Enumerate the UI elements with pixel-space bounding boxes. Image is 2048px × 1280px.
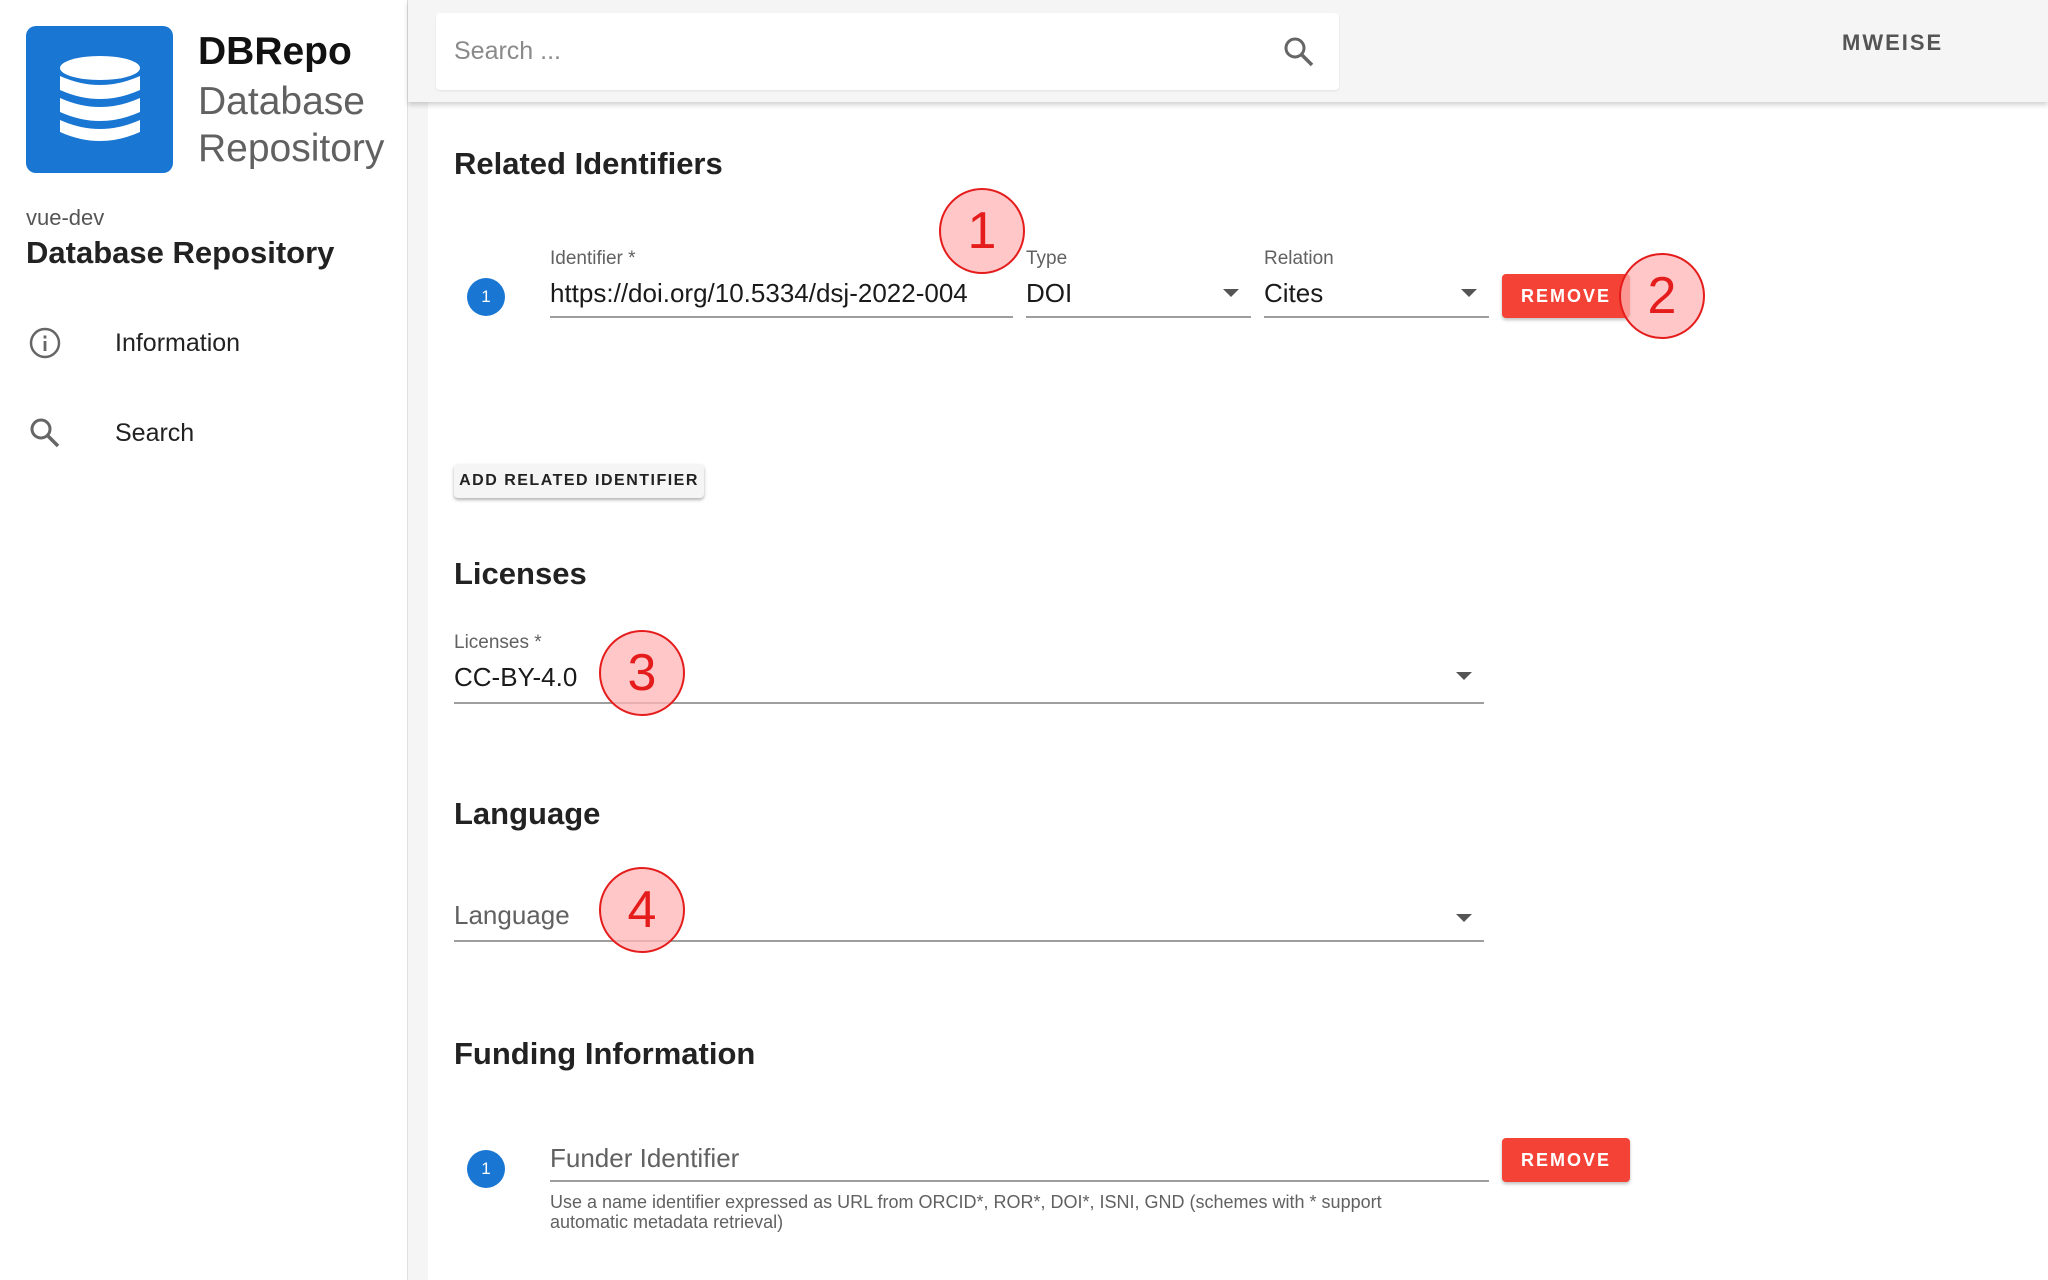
chevron-down-icon xyxy=(1461,289,1477,297)
environment-label: vue-dev xyxy=(26,205,105,230)
related-index-badge: 1 xyxy=(467,278,505,316)
search-icon xyxy=(28,416,62,450)
relation-value: Cites xyxy=(1264,278,1324,308)
brand-title: DBRepo xyxy=(198,30,352,73)
type-value: DOI xyxy=(1026,278,1073,308)
funder-identifier-hint: Use a name identifier expressed as URL f… xyxy=(550,1192,1382,1232)
search-input[interactable] xyxy=(454,13,1254,90)
sidebar-item-label: Information xyxy=(115,328,241,357)
type-label: Type xyxy=(1026,248,1068,269)
chevron-down-icon xyxy=(1456,672,1472,680)
callout-1: 1 xyxy=(939,188,1025,274)
chevron-down-icon xyxy=(1223,289,1239,297)
relation-select[interactable]: Relation Cites xyxy=(1264,248,1489,318)
section-title-language: Language xyxy=(454,796,601,831)
licenses-label: Licenses * xyxy=(454,632,542,653)
section-title-related-identifiers: Related Identifiers xyxy=(454,146,723,181)
sidebar: DBRepo Database Repository vue-dev Datab… xyxy=(0,0,408,1280)
user-menu-button[interactable]: MWEISE xyxy=(1842,30,1943,56)
app-name: Database Repository xyxy=(26,235,335,270)
info-icon xyxy=(28,326,62,360)
callout-2: 2 xyxy=(1619,253,1705,339)
type-select[interactable]: Type DOI xyxy=(1026,248,1251,318)
identifier-value: https://doi.org/10.5334/dsj-2022-004 xyxy=(550,278,968,308)
funder-identifier-placeholder: Funder Identifier xyxy=(550,1143,740,1173)
identifier-label: Identifier * xyxy=(550,248,636,269)
remove-related-button[interactable]: REMOVE xyxy=(1502,274,1630,318)
remove-funding-button[interactable]: REMOVE xyxy=(1502,1138,1630,1182)
funder-identifier-field[interactable]: Funder Identifier xyxy=(550,1130,1489,1182)
sidebar-item-information[interactable]: Information xyxy=(0,308,408,378)
section-title-licenses: Licenses xyxy=(454,556,587,591)
callout-3: 3 xyxy=(599,630,685,716)
chevron-down-icon xyxy=(1456,914,1472,922)
callout-4: 4 xyxy=(599,867,685,953)
sidebar-item-search[interactable]: Search xyxy=(0,398,408,468)
database-logo-icon xyxy=(26,26,173,173)
funding-index-badge: 1 xyxy=(467,1150,505,1188)
top-app-bar: MWEISE xyxy=(408,0,2048,102)
search-icon[interactable] xyxy=(1279,32,1319,72)
add-related-identifier-button[interactable]: ADD RELATED IDENTIFIER xyxy=(454,464,704,498)
sidebar-item-label: Search xyxy=(115,418,195,447)
section-title-funding-information: Funding Information xyxy=(454,1036,756,1071)
brand-subtitle: Database Repository xyxy=(198,80,385,170)
licenses-value: CC-BY-4.0 xyxy=(454,662,578,692)
relation-label: Relation xyxy=(1264,248,1334,269)
language-placeholder: Language xyxy=(454,900,570,930)
identifier-field[interactable]: Identifier * https://doi.org/10.5334/dsj… xyxy=(550,248,1013,318)
search-box xyxy=(436,13,1339,90)
